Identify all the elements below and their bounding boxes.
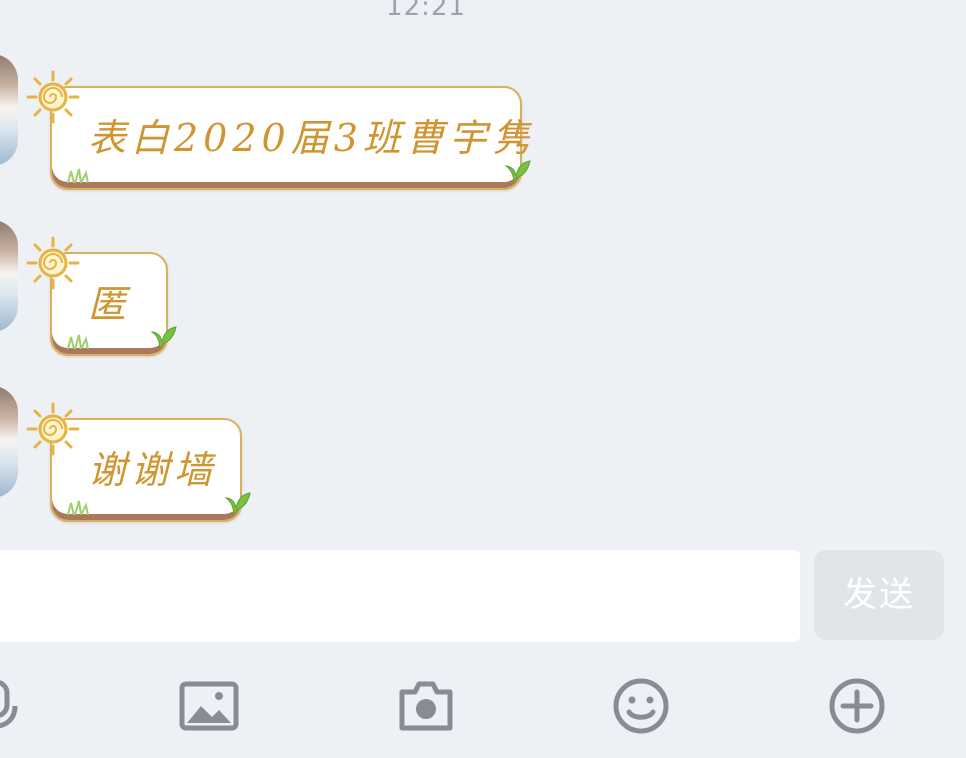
plus-icon[interactable] bbox=[827, 676, 887, 736]
message-text: 匿 bbox=[88, 282, 132, 326]
grass-icon bbox=[67, 334, 89, 349]
sun-icon bbox=[26, 236, 80, 290]
message-text: 谢谢墙 bbox=[88, 448, 218, 492]
sender-avatar[interactable] bbox=[0, 54, 18, 166]
sun-icon bbox=[26, 402, 80, 456]
camera-icon[interactable] bbox=[396, 676, 456, 736]
message-bubble[interactable]: 表白2020届3班曹宇隽 bbox=[26, 70, 531, 190]
leaf-icon bbox=[224, 492, 251, 517]
grass-icon bbox=[67, 500, 89, 515]
grass-icon bbox=[67, 168, 89, 183]
message-timestamp: 12:21 bbox=[386, 0, 466, 22]
emoji-icon[interactable] bbox=[611, 676, 671, 736]
leaf-icon bbox=[150, 326, 177, 351]
image-icon[interactable] bbox=[179, 676, 239, 736]
message-bubble[interactable]: 谢谢墙 bbox=[26, 402, 251, 522]
sun-icon bbox=[26, 70, 80, 124]
microphone-icon[interactable] bbox=[0, 676, 26, 736]
message-text: 表白2020届3班曹宇隽 bbox=[88, 116, 535, 160]
leaf-icon bbox=[504, 160, 531, 185]
sender-avatar[interactable] bbox=[0, 386, 18, 498]
message-bubble[interactable]: 匿 bbox=[26, 236, 177, 356]
message-input[interactable] bbox=[0, 550, 800, 642]
sender-avatar[interactable] bbox=[0, 220, 18, 332]
send-button[interactable]: 发送 bbox=[814, 550, 944, 640]
